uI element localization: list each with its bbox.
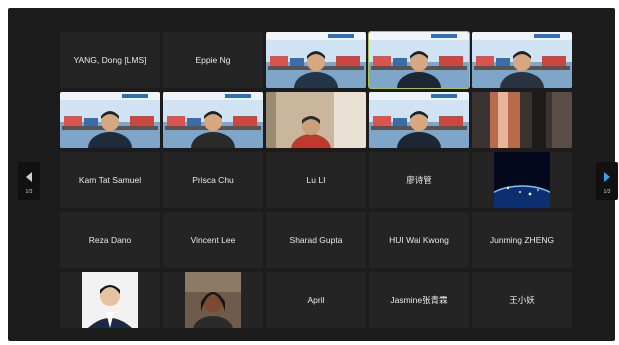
prev-page-indicator: 1/3: [25, 189, 33, 195]
participant-video-tile[interactable]: [472, 32, 572, 88]
avatar: [82, 272, 138, 328]
participant-tile[interactable]: Junming ZHENG: [472, 212, 572, 268]
participant-video-tile[interactable]: [368, 31, 470, 89]
participant-name: Sharad Gupta: [289, 235, 343, 245]
participant-name: Vincent Lee: [190, 235, 236, 245]
triangle-right-icon: [604, 172, 610, 182]
participant-video: [60, 92, 160, 148]
participant-video: [369, 92, 469, 148]
participant-tile[interactable]: YANG, Dong [LMS]: [60, 32, 160, 88]
participant-name: 王小妖: [509, 295, 535, 305]
earth-avatar: [476, 152, 568, 208]
next-page-button[interactable]: 1/3: [596, 162, 618, 200]
participant-video-tile[interactable]: [163, 92, 263, 148]
participant-grid: YANG, Dong [LMS] Eppie Ng Kam Tat Samuel Pr…: [60, 31, 572, 329]
participant-name: Junming ZHENG: [489, 235, 555, 245]
participant-video: [472, 32, 572, 88]
participant-video-tile[interactable]: [472, 92, 572, 148]
participant-name: Kam Tat Samuel: [78, 175, 142, 185]
participant-video-tile[interactable]: [369, 92, 469, 148]
participant-video: [472, 92, 572, 148]
participant-name: Jasmine张青霖: [390, 295, 448, 305]
participant-tile[interactable]: Lu LI: [266, 152, 366, 208]
participant-video-tile[interactable]: [163, 272, 263, 328]
participant-tile[interactable]: Jasmine张青霖: [369, 272, 469, 328]
participant-tile[interactable]: Eppie Ng: [163, 32, 263, 88]
participant-video-tile[interactable]: [472, 152, 572, 208]
participant-video-tile[interactable]: [60, 92, 160, 148]
participant-tile[interactable]: 王小妖: [472, 272, 572, 328]
participant-video: [369, 32, 469, 88]
participant-name: YANG, Dong [LMS]: [73, 55, 147, 65]
next-page-indicator: 1/3: [603, 189, 611, 195]
participant-tile[interactable]: 廖诗管: [369, 152, 469, 208]
participant-name: Eppie Ng: [195, 55, 231, 65]
participant-tile[interactable]: Prisca Chu: [163, 152, 263, 208]
meeting-window: 1/3 1/3 YANG, Dong [LMS] Eppie Ng Kam Tat …: [8, 8, 618, 341]
participant-name: Lu LI: [306, 175, 326, 185]
participant-name: 廖诗管: [406, 175, 432, 185]
participant-tile[interactable]: Reza Dano: [60, 212, 160, 268]
participant-video: [266, 92, 366, 148]
participant-name: Reza Dano: [88, 235, 132, 245]
participant-video: [163, 92, 263, 148]
participant-name: HUI Wai Kwong: [389, 235, 449, 245]
participant-tile[interactable]: Vincent Lee: [163, 212, 263, 268]
participant-name: April: [307, 295, 325, 305]
avatar: [185, 272, 241, 328]
participant-video-tile[interactable]: [266, 32, 366, 88]
prev-page-button[interactable]: 1/3: [18, 162, 40, 200]
participant-video-tile[interactable]: [266, 92, 366, 148]
participant-video-tile[interactable]: [60, 272, 160, 328]
participant-tile[interactable]: April: [266, 272, 366, 328]
participant-name: Prisca Chu: [192, 175, 234, 185]
participant-video: [266, 32, 366, 88]
triangle-left-icon: [26, 172, 32, 182]
participant-tile[interactable]: HUI Wai Kwong: [369, 212, 469, 268]
participant-tile[interactable]: Sharad Gupta: [266, 212, 366, 268]
participant-tile[interactable]: Kam Tat Samuel: [60, 152, 160, 208]
